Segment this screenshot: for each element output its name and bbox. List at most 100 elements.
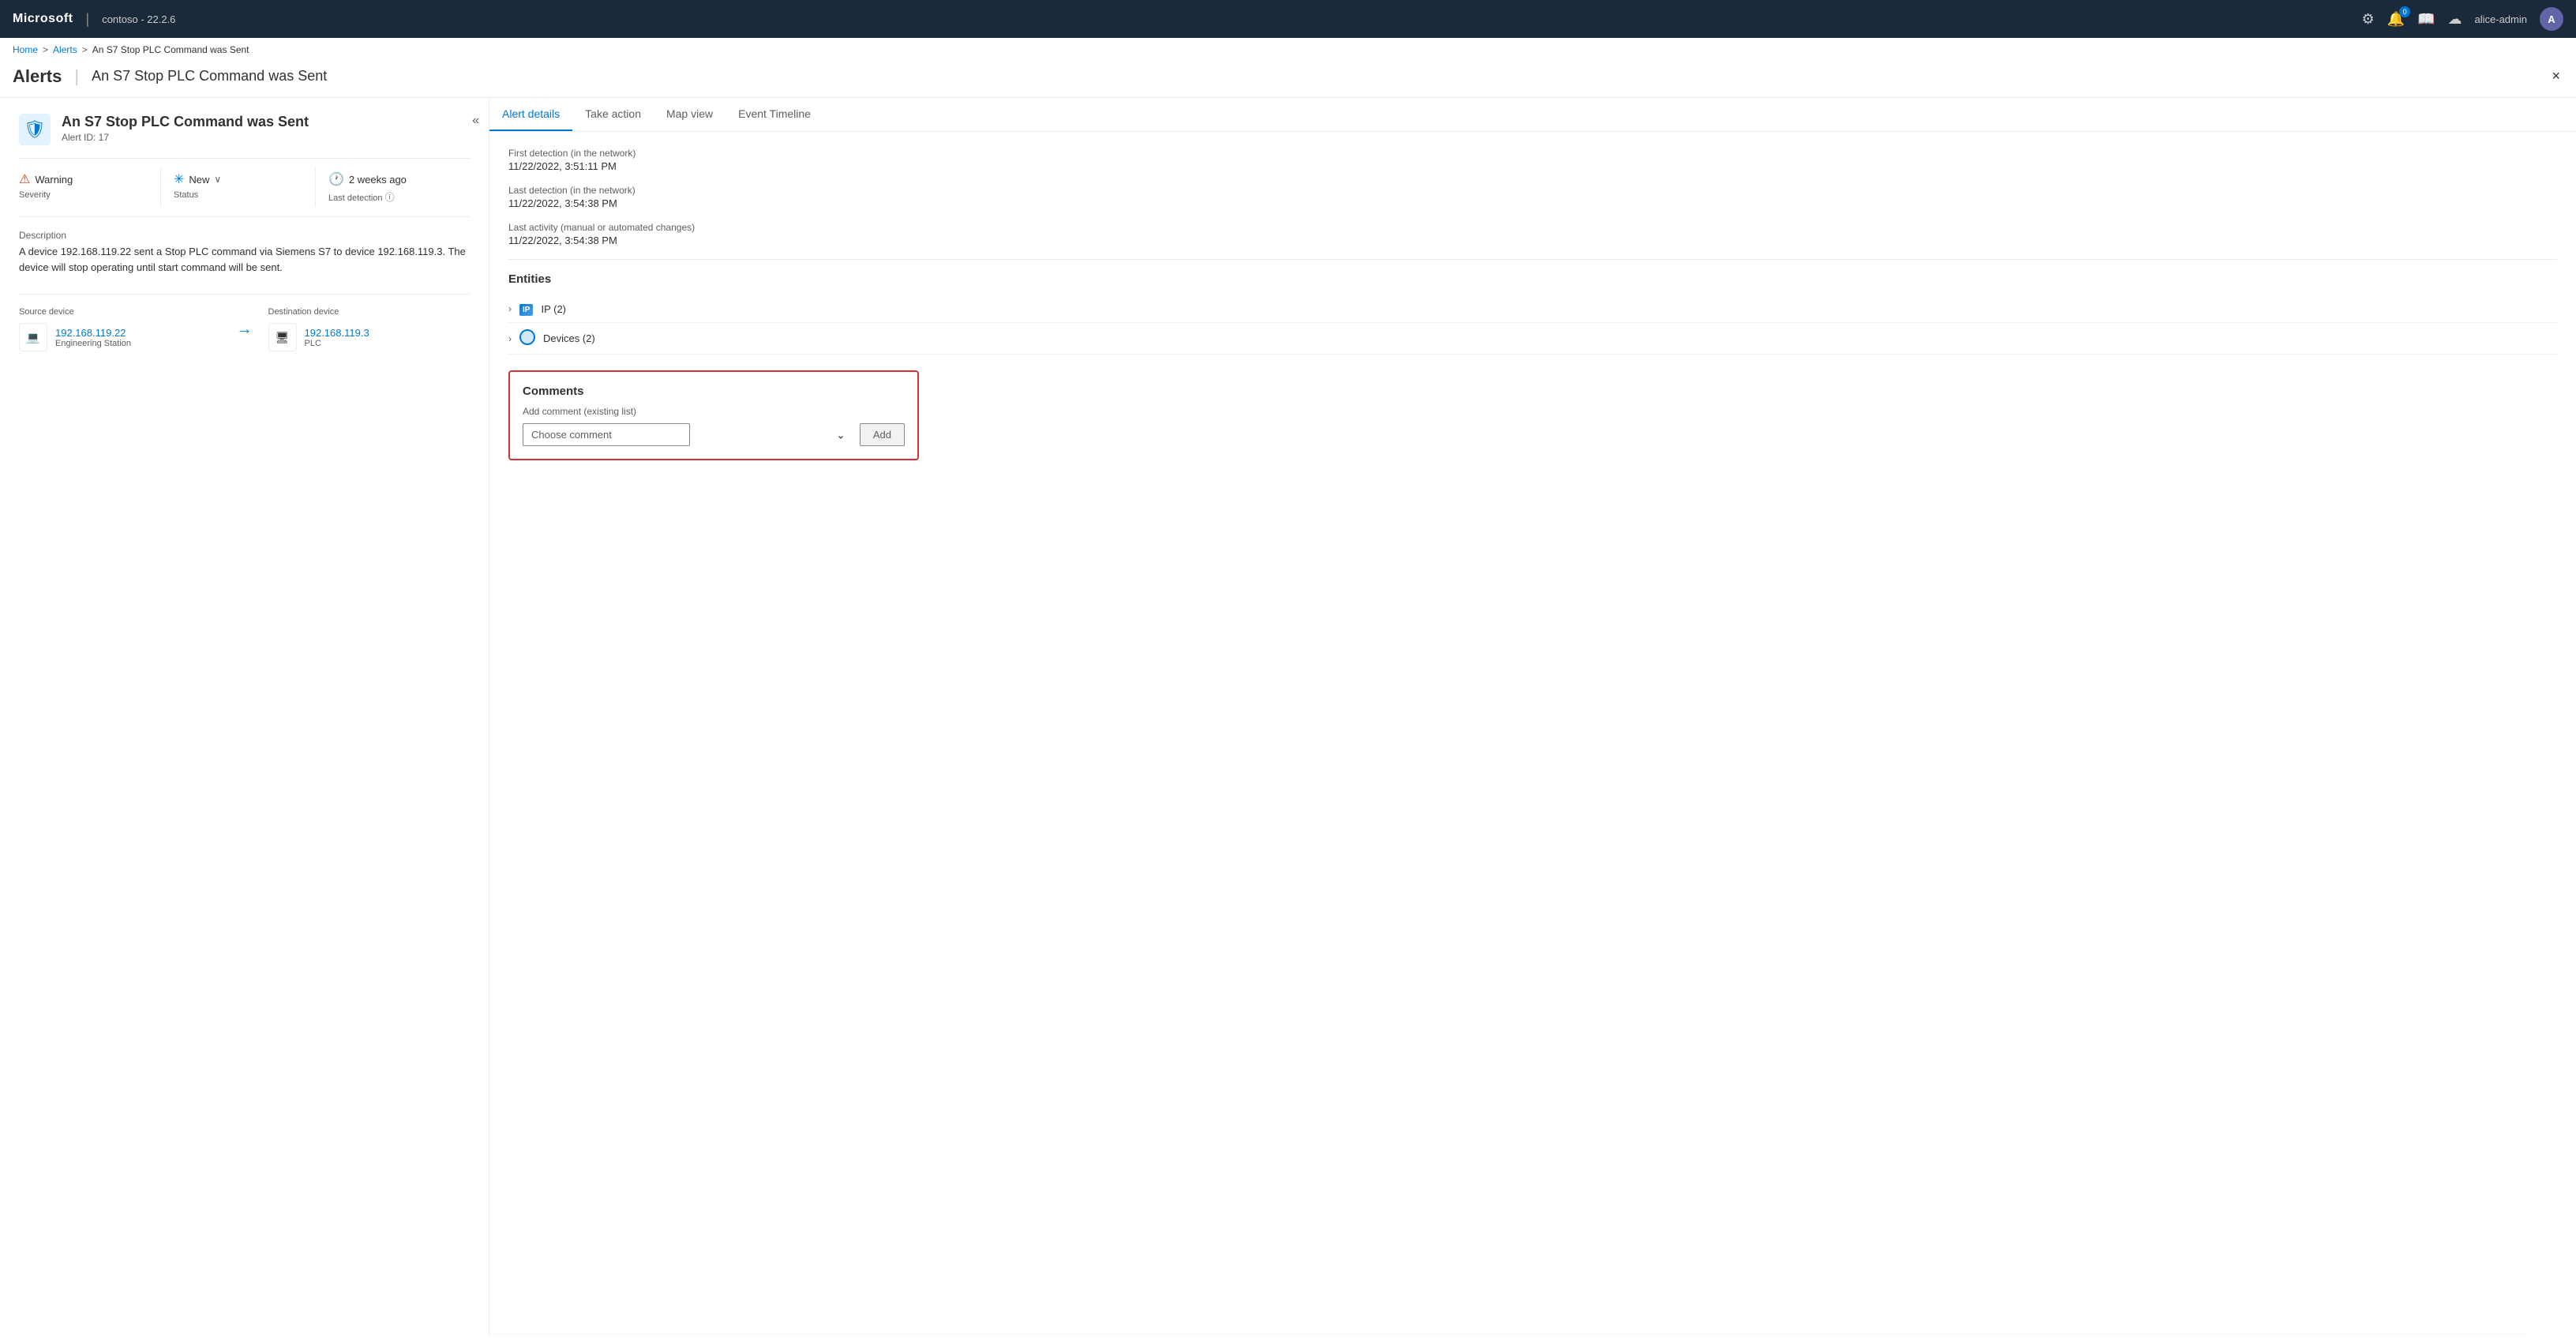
tab-alert-details[interactable]: Alert details (489, 98, 572, 131)
devices-section: Source device 💻 192.168.119.22 Engineeri… (19, 294, 470, 351)
alert-title: An S7 Stop PLC Command was Sent (62, 114, 309, 130)
dest-device-info: 192.168.119.3 PLC (305, 327, 369, 348)
right-panel-inner: First detection (in the network) 11/22/2… (489, 148, 2576, 479)
notification-badge: 0 (2399, 6, 2410, 17)
main-content: « 🛡 An S7 Stop PLC Command was Sent Aler… (0, 97, 2576, 1334)
status-meta: ✳ New ∨ Status (161, 168, 316, 207)
last-activity-item: Last activity (manual or automated chang… (508, 222, 2557, 246)
status-label: Status (174, 190, 302, 200)
status-value: ✳ New ∨ (174, 171, 302, 187)
alert-meta: ⚠ Warning Severity ✳ New ∨ Status 🕐 2 we… (19, 158, 470, 217)
source-device-label: Source device (19, 307, 221, 317)
comment-dropdown-wrap: Choose comment Needs info from vendor te… (523, 423, 853, 446)
topnav-left: Microsoft | contoso - 22.2.6 (13, 11, 175, 28)
description-label: Description (19, 230, 470, 241)
notifications-icon[interactable]: 🔔 0 (2387, 11, 2405, 28)
source-device-icon: 💻 (19, 323, 47, 351)
breadcrumb: Home > Alerts > An S7 Stop PLC Command w… (0, 38, 2576, 62)
devices-entity-label: Devices (2) (543, 332, 595, 344)
last-detection-item: Last detection (in the network) 11/22/20… (508, 185, 2557, 209)
settings-icon[interactable]: ⚙ (2362, 11, 2375, 28)
collapse-button[interactable]: « (472, 114, 479, 128)
tab-bar: Alert details Take action Map view Event… (489, 98, 2576, 132)
devices-expand-icon[interactable]: › (508, 333, 512, 344)
detection-value: 🕐 2 weeks ago (328, 171, 457, 187)
brand-logo: Microsoft (13, 12, 73, 26)
breadcrumb-current: An S7 Stop PLC Command was Sent (92, 44, 249, 55)
status-chevron-icon[interactable]: ∨ (214, 174, 221, 185)
page-header-left: Alerts | An S7 Stop PLC Command was Sent (13, 66, 327, 87)
header-separator: | (74, 66, 79, 87)
devices-type-icon (519, 329, 535, 347)
severity-meta: ⚠ Warning Severity (19, 168, 161, 207)
topnav-right: ⚙ 🔔 0 📖 ☁ alice-admin A (2362, 7, 2563, 31)
source-device-row: 💻 192.168.119.22 Engineering Station (19, 323, 221, 351)
alert-header: 🛡 An S7 Stop PLC Command was Sent Alert … (19, 114, 470, 145)
dest-device-row: 🖥 192.168.119.3 PLC (268, 323, 471, 351)
info-icon: ⓘ (385, 192, 395, 203)
comments-title: Comments (523, 385, 905, 398)
clock-icon: 🕐 (328, 171, 344, 187)
tab-take-action[interactable]: Take action (572, 98, 654, 131)
tab-map-view[interactable]: Map view (654, 98, 726, 131)
devices-row: Source device 💻 192.168.119.22 Engineeri… (19, 307, 470, 351)
breadcrumb-alerts[interactable]: Alerts (53, 44, 77, 55)
description-section: Description A device 192.168.119.22 sent… (19, 230, 470, 275)
entity-devices-row[interactable]: › Devices (2) (508, 323, 2557, 355)
ip-type-icon: IP (519, 302, 533, 316)
tab-event-timeline[interactable]: Event Timeline (726, 98, 823, 131)
detection-meta: 🕐 2 weeks ago Last detection ⓘ (316, 168, 470, 207)
dest-ip[interactable]: 192.168.119.3 (305, 327, 369, 339)
left-panel: « 🛡 An S7 Stop PLC Command was Sent Aler… (0, 98, 489, 1334)
comment-dropdown[interactable]: Choose comment Needs info from vendor te… (523, 423, 690, 446)
warning-icon: ⚠ (19, 171, 30, 187)
page-header: Alerts | An S7 Stop PLC Command was Sent… (0, 62, 2576, 97)
plc-icon: 🖥 (276, 331, 290, 344)
cloud-icon[interactable]: ☁ (2448, 11, 2462, 28)
dest-device-icon: 🖥 (268, 323, 297, 351)
right-panel: Alert details Take action Map view Event… (489, 98, 2576, 1334)
source-device: Source device 💻 192.168.119.22 Engineeri… (19, 307, 221, 351)
close-button[interactable]: × (2548, 65, 2563, 88)
description-text: A device 192.168.119.22 sent a Stop PLC … (19, 244, 470, 275)
first-detection-value: 11/22/2022, 3:51:11 PM (508, 160, 2557, 172)
topnav-separator: | (86, 11, 90, 28)
comments-section: Comments Add comment (existing list) Cho… (508, 370, 919, 460)
ip-expand-icon[interactable]: › (508, 303, 512, 314)
alert-icon-wrap: 🛡 (19, 114, 51, 145)
detection-label: Last detection ⓘ (328, 190, 457, 204)
last-detection-value: 11/22/2022, 3:54:38 PM (508, 197, 2557, 209)
breadcrumb-home[interactable]: Home (13, 44, 38, 55)
breadcrumb-sep2: > (82, 44, 88, 55)
divider (508, 259, 2557, 260)
entities-section: Entities › IP IP (2) › Devices (2) (508, 272, 2557, 355)
status-spinner-icon: ✳ (174, 171, 184, 187)
last-detection-label: Last detection (in the network) (508, 185, 2557, 196)
alert-id: Alert ID: 17 (62, 132, 309, 143)
source-ip[interactable]: 192.168.119.22 (55, 327, 131, 339)
add-comment-button[interactable]: Add (860, 423, 905, 446)
arrow-box: → (221, 321, 268, 339)
severity-value: ⚠ Warning (19, 171, 148, 187)
alert-shield-icon: 🛡 (24, 119, 46, 140)
comments-sublabel: Add comment (existing list) (523, 406, 905, 417)
detection-details: First detection (in the network) 11/22/2… (508, 148, 2557, 246)
entity-ip-row[interactable]: › IP IP (2) (508, 295, 2557, 323)
source-type: Engineering Station (55, 339, 131, 348)
user-avatar[interactable]: A (2540, 7, 2563, 31)
app-version: contoso - 22.2.6 (102, 13, 175, 25)
arrow-right-icon: → (237, 321, 253, 338)
ip-entity-label: IP (2) (541, 303, 566, 315)
source-device-info: 192.168.119.22 Engineering Station (55, 327, 131, 348)
engineering-station-icon: 💻 (26, 331, 39, 344)
dest-device-label: Destination device (268, 307, 471, 317)
alert-title-wrap: An S7 Stop PLC Command was Sent Alert ID… (62, 114, 309, 143)
last-activity-label: Last activity (manual or automated chang… (508, 222, 2557, 233)
dest-type: PLC (305, 339, 369, 348)
comment-input-row: Choose comment Needs info from vendor te… (523, 423, 905, 446)
top-navigation: Microsoft | contoso - 22.2.6 ⚙ 🔔 0 📖 ☁ a… (0, 0, 2576, 38)
library-icon[interactable]: 📖 (2417, 11, 2435, 28)
last-activity-value: 11/22/2022, 3:54:38 PM (508, 235, 2557, 246)
first-detection-label: First detection (in the network) (508, 148, 2557, 159)
breadcrumb-sep1: > (43, 44, 48, 55)
